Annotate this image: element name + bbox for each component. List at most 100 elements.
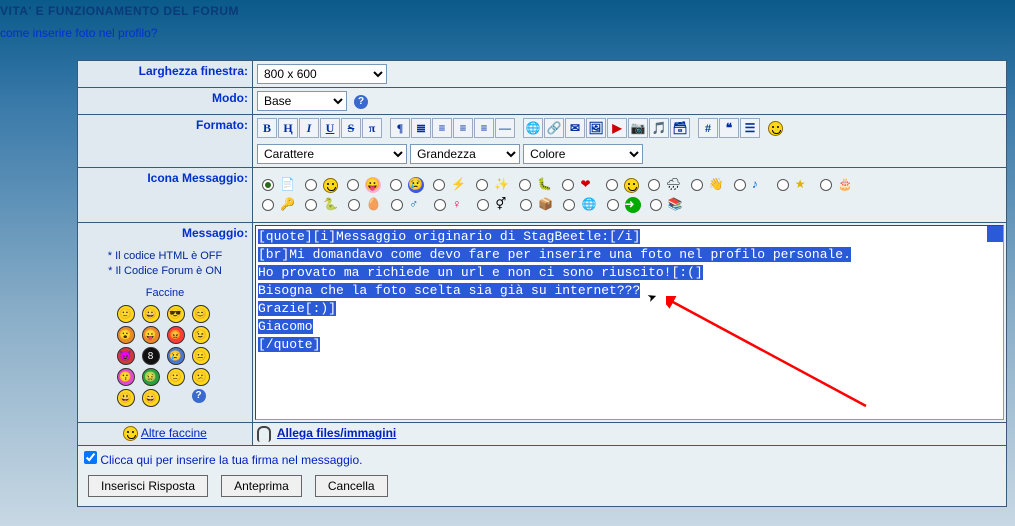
image-button[interactable]: 🖼 — [586, 118, 606, 138]
icon-radio[interactable] — [777, 179, 789, 191]
icon-radio[interactable] — [519, 179, 531, 191]
icon-radio[interactable] — [262, 179, 274, 191]
font-select[interactable]: Carattere — [257, 144, 407, 164]
face-wink[interactable]: 😉 — [192, 326, 210, 344]
icon-radio[interactable] — [562, 179, 574, 191]
icon-radio[interactable] — [348, 199, 360, 211]
icon-radio[interactable] — [691, 179, 703, 191]
face-grin[interactable]: 😀 — [142, 305, 160, 323]
more-emoticons-link[interactable]: Altre faccine — [141, 426, 207, 440]
format-toolbar: B Ⱨ I U S π ¶ ≣ ≡ ≡ ≡ — 🌐 🔗 ✉ 🖼 ▶ 📷 — [257, 118, 1002, 138]
audio-button[interactable]: 🎵 — [649, 118, 669, 138]
youtube-button[interactable]: ▶ — [607, 118, 627, 138]
face-shock[interactable]: 😮 — [117, 326, 135, 344]
file-button[interactable]: 🗃 — [670, 118, 690, 138]
icon-radio[interactable] — [477, 199, 489, 211]
underline-button[interactable]: U — [320, 118, 340, 138]
signature-checkbox[interactable] — [84, 451, 97, 464]
mode-select[interactable]: Base — [257, 91, 347, 111]
help-icon[interactable]: ? — [354, 95, 368, 109]
face-blush[interactable]: 😊 — [192, 305, 210, 323]
face-confused[interactable]: 😕 — [192, 368, 210, 386]
bold-button[interactable]: B — [257, 118, 277, 138]
icon-radio[interactable] — [650, 199, 662, 211]
icon-radio[interactable] — [520, 199, 532, 211]
heading-button[interactable]: Ⱨ — [278, 118, 298, 138]
align-left-button[interactable]: ≣ — [411, 118, 431, 138]
icon-radio[interactable] — [347, 179, 359, 191]
media-button[interactable]: 📷 — [628, 118, 648, 138]
music-icon: ♪ — [752, 177, 768, 193]
bug-icon: 🐛 — [537, 177, 553, 193]
icon-radio[interactable] — [305, 179, 317, 191]
color-select[interactable]: Colore — [523, 144, 643, 164]
face-kiss[interactable]: 😗 — [117, 368, 135, 386]
window-width-select[interactable]: 800 x 600 — [257, 64, 387, 84]
face-evil[interactable]: 😈 — [117, 347, 135, 365]
forum-section-title: VITA' E FUNZIONAMENTO DEL FORUM — [0, 4, 1015, 18]
icon-radio[interactable] — [820, 179, 832, 191]
arrow-icon: ➜ — [625, 197, 641, 213]
grin-icon — [624, 178, 639, 193]
separator — [691, 118, 697, 138]
face-tongue[interactable]: 😛 — [142, 326, 160, 344]
icon-radio[interactable] — [563, 199, 575, 211]
icon-radio[interactable] — [433, 179, 445, 191]
symbol-button[interactable]: π — [362, 118, 382, 138]
message-icon-picker: 📄 😛 😢 ⚡ ✨ 🐛 ❤ 🌧 👋 ♪ ★ 🎂 🔑 🐍 🥚 ♂ ♀ — [257, 171, 1002, 219]
hash-button[interactable]: # — [698, 118, 718, 138]
message-textarea[interactable]: [quote][i]Messaggio originario di StagBe… — [255, 225, 1004, 420]
align-justify-button[interactable]: ≡ — [474, 118, 494, 138]
heart-icon: ❤ — [580, 177, 596, 193]
web-button[interactable]: 🌐 — [523, 118, 543, 138]
icon-radio[interactable] — [434, 199, 446, 211]
icon-radio[interactable] — [305, 199, 317, 211]
italic-button[interactable]: I — [299, 118, 319, 138]
submit-button[interactable]: Inserisci Risposta — [88, 475, 208, 497]
icon-radio[interactable] — [262, 199, 274, 211]
size-select[interactable]: Grandezza — [410, 144, 520, 164]
male-icon: ♂ — [409, 197, 425, 213]
icon-radio[interactable] — [606, 179, 618, 191]
face-cool[interactable]: 😎 — [167, 305, 185, 323]
face-neutral[interactable]: 😐 — [192, 347, 210, 365]
faccine-help-icon[interactable]: ? — [192, 389, 206, 403]
face-smile[interactable]: 🙂 — [117, 305, 135, 323]
align-center-button[interactable]: ≡ — [432, 118, 452, 138]
para-button[interactable]: ¶ — [390, 118, 410, 138]
link-button[interactable]: 🔗 — [544, 118, 564, 138]
icon-radio[interactable] — [391, 199, 403, 211]
hr-button[interactable]: — — [495, 118, 515, 138]
face-angry[interactable]: 😡 — [167, 326, 185, 344]
icon-radio[interactable] — [390, 179, 402, 191]
tongue-icon: 😛 — [365, 177, 381, 193]
label-message: Messaggio: — [82, 226, 248, 240]
icon-radio[interactable] — [648, 179, 660, 191]
forumcode-status: * Il Codice Forum è ON — [82, 265, 248, 277]
smiley-button[interactable] — [768, 121, 783, 136]
wand-icon: 🔑 — [280, 197, 296, 213]
preview-button[interactable]: Anteprima — [221, 475, 302, 497]
quote-button[interactable]: ❝ — [719, 118, 739, 138]
face-8ball[interactable]: 8 — [142, 347, 160, 365]
icon-radio[interactable] — [734, 179, 746, 191]
face-frown[interactable]: 🙁 — [167, 368, 185, 386]
label-format: Formato: — [78, 115, 253, 168]
align-right-button[interactable]: ≡ — [453, 118, 473, 138]
icon-radio[interactable] — [476, 179, 488, 191]
face-happy[interactable]: 😃 — [117, 389, 135, 407]
email-button[interactable]: ✉ — [565, 118, 585, 138]
label-icon-msg: Icona Messaggio: — [78, 168, 253, 223]
topic-title[interactable]: come inserire foto nel profilo? — [0, 26, 1015, 40]
cancel-button[interactable]: Cancella — [315, 475, 388, 497]
list-button[interactable]: ☰ — [740, 118, 760, 138]
icon-radio[interactable] — [607, 199, 619, 211]
face-sad[interactable]: 😢 — [167, 347, 185, 365]
attach-files-link[interactable]: Allega files/immagini — [277, 426, 396, 440]
scroll-handle[interactable] — [987, 226, 1003, 242]
face-sick[interactable]: 🤢 — [142, 368, 160, 386]
strike-button[interactable]: S — [341, 118, 361, 138]
paperclip-icon — [257, 426, 271, 442]
editor-form-table: Larghezza finestra: 800 x 600 Modo: Base… — [77, 60, 1007, 507]
face-laugh[interactable]: 😄 — [142, 389, 160, 407]
